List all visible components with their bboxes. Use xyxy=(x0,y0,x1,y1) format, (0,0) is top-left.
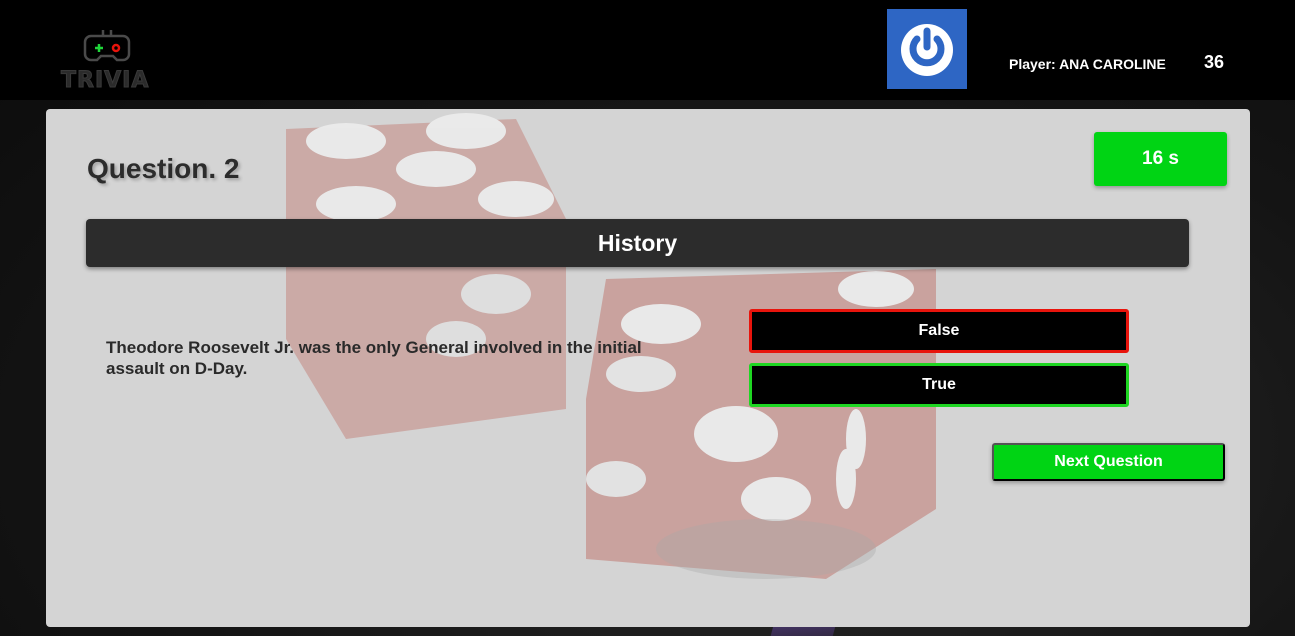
player-name: Player: ANA CAROLINE xyxy=(1009,56,1166,72)
answer-false-button[interactable]: False xyxy=(749,309,1129,353)
countdown-timer: 16 s xyxy=(1094,132,1227,186)
question-card: Question. 2 16 s History Theodore Roosev… xyxy=(46,109,1250,627)
answer-true-button[interactable]: True xyxy=(749,363,1129,407)
category-banner: History xyxy=(86,219,1189,267)
trivia-logo: TRIVIA xyxy=(58,22,158,94)
logo-text: TRIVIA xyxy=(60,68,150,94)
question-number-title: Question. 2 xyxy=(87,153,240,184)
question-text: Theodore Roosevelt Jr. was the only Gene… xyxy=(106,338,642,378)
power-icon xyxy=(901,24,953,76)
top-bar: TRIVIA Player: ANA CAROLINE 36 xyxy=(0,0,1295,100)
next-question-button[interactable]: Next Question xyxy=(992,443,1225,481)
avatar xyxy=(887,9,967,89)
gamepad-icon xyxy=(83,30,131,62)
player-score: 36 xyxy=(1204,52,1225,72)
